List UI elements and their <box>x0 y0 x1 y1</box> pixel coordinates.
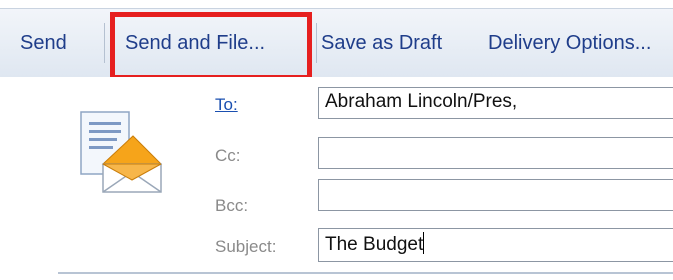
new-mail-envelope-icon <box>80 111 163 193</box>
send-and-file-button[interactable]: Send and File... <box>125 9 265 77</box>
mail-compose-window: Send Send and File... Save as Draft Deli… <box>0 0 673 280</box>
cc-field[interactable] <box>318 137 673 169</box>
window-top-edge <box>0 0 673 8</box>
bcc-field-label: Bcc: <box>215 196 249 215</box>
text-cursor <box>423 232 425 254</box>
toolbar-separator <box>104 23 105 63</box>
send-button[interactable]: Send <box>20 9 67 77</box>
to-field[interactable]: Abraham Lincoln/Pres, <box>318 87 673 119</box>
delivery-options-button[interactable]: Delivery Options... <box>488 9 651 77</box>
subject-field-label: Subject: <box>215 237 277 256</box>
subject-field[interactable]: The Budget <box>318 228 673 262</box>
subject-field-value: The Budget <box>325 234 424 255</box>
bcc-field[interactable] <box>318 179 673 211</box>
to-field-label[interactable]: To: <box>215 95 238 115</box>
compose-toolbar: Send Send and File... Save as Draft Deli… <box>0 8 673 78</box>
cc-field-label: Cc: <box>215 146 241 165</box>
to-field-value: Abraham Lincoln/Pres, <box>325 91 518 112</box>
header-bottom-divider <box>58 272 673 274</box>
toolbar-separator <box>316 23 317 63</box>
save-as-draft-button[interactable]: Save as Draft <box>321 9 442 77</box>
